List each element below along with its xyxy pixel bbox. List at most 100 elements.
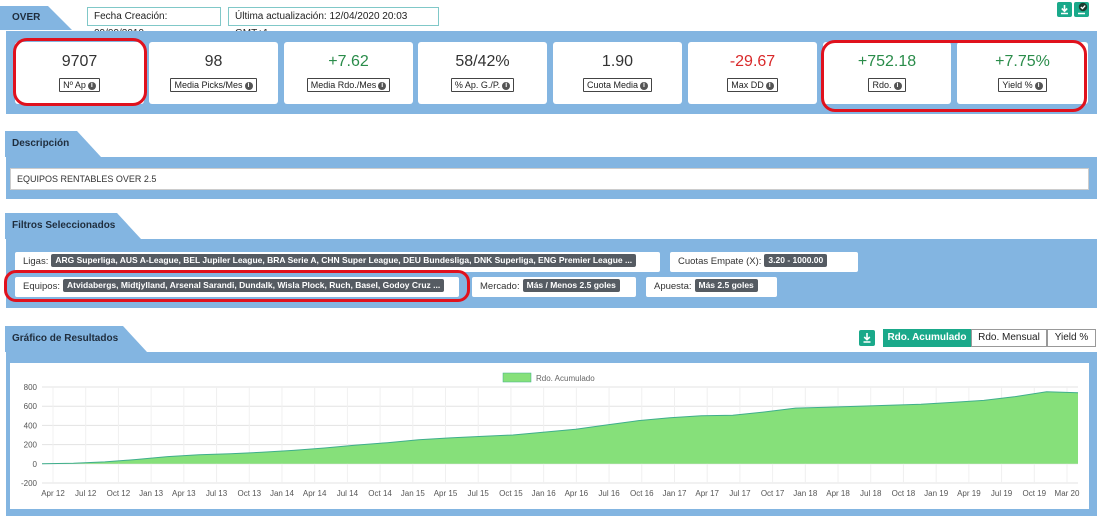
legend-label: Rdo. Acumulado <box>536 374 595 383</box>
stat-label-text: Yield % <box>1002 80 1033 90</box>
stat-ap-ganadas-perdidas: 58/42% % Ap. G./P. i <box>418 42 547 104</box>
x-tick-label: Oct 13 <box>237 489 261 498</box>
filter-equipos-label: Equipos: <box>23 281 60 292</box>
x-tick-label: Apr 18 <box>826 489 850 498</box>
y-tick-label: 0 <box>33 460 38 469</box>
x-tick-label: Jul 14 <box>337 489 359 498</box>
x-tick-label: Apr 14 <box>303 489 327 498</box>
y-tick-label: 600 <box>24 402 38 411</box>
stat-label-text: Rdo. <box>872 80 892 90</box>
download-button[interactable] <box>1057 2 1072 17</box>
stat-media-picks: 98 Media Picks/Mes i <box>149 42 278 104</box>
stat-label[interactable]: Max DD i <box>727 78 778 92</box>
x-tick-label: Jul 12 <box>75 489 97 498</box>
tab-rdo-acumulado[interactable]: Rdo. Acumulado <box>883 329 971 347</box>
x-tick-label: Apr 13 <box>172 489 196 498</box>
filter-mercado-label: Mercado: <box>480 281 520 292</box>
x-tick-label: Oct 15 <box>499 489 523 498</box>
x-tick-label: Oct 19 <box>1023 489 1047 498</box>
x-tick-label: Jul 17 <box>729 489 751 498</box>
stat-max-dd: -29.67 Max DD i <box>688 42 817 104</box>
section-title-descripcion: Descripción <box>12 138 70 149</box>
description-text: EQUIPOS RENTABLES OVER 2.5 <box>10 168 1089 190</box>
section-title-grafico: Gráfico de Resultados <box>12 333 119 344</box>
info-icon: i <box>87 81 96 90</box>
download-icon <box>863 333 871 343</box>
stat-label[interactable]: Media Picks/Mes i <box>170 78 257 92</box>
x-tick-label: Jan 17 <box>662 489 687 498</box>
x-tick-label: Apr 15 <box>434 489 458 498</box>
favorite-button[interactable] <box>1074 2 1089 17</box>
stat-value: +752.18 <box>857 53 917 70</box>
filter-equipos-value: Atvidabergs, Midtjylland, Arsenal Sarand… <box>62 279 445 292</box>
filter-apuesta: Apuesta: Más 2.5 goles <box>646 277 777 297</box>
section-title-over: OVER <box>12 12 41 23</box>
x-tick-label: Apr 19 <box>957 489 981 498</box>
filter-ligas: Ligas: ARG Superliga, AUS A-League, BEL J… <box>15 252 660 272</box>
info-icon: i <box>640 81 649 90</box>
stat-label-text: Cuota Media <box>586 80 639 90</box>
stat-num-apuestas: 9707 Nº Ap i <box>15 42 144 104</box>
chart-svg: -200 0 200 400 600 800 Apr 12 Jul 12 Oct 12 Jan 1… <box>21 372 1080 498</box>
info-icon: i <box>893 81 902 90</box>
x-tick-label: Jul 13 <box>206 489 228 498</box>
x-tick-label: Apr 17 <box>695 489 719 498</box>
stat-label[interactable]: Nº Ap i <box>59 78 100 92</box>
filters-panel <box>6 239 1097 308</box>
stat-value: 1.90 <box>601 53 634 70</box>
x-tick-label: Apr 16 <box>565 489 589 498</box>
stat-label[interactable]: Cuota Media i <box>582 78 653 92</box>
results-chart: -200 0 200 400 600 800 Apr 12 Jul 12 Oct 12 Jan 1… <box>10 363 1089 509</box>
filter-apuesta-label: Apuesta: <box>654 281 692 292</box>
stat-label-text: Nº Ap <box>63 80 86 90</box>
stat-label[interactable]: % Ap. G./P. i <box>450 78 515 92</box>
chart-download-button[interactable] <box>859 330 875 346</box>
stat-media-rdo: +7.62 Media Rdo./Mes i <box>284 42 413 104</box>
stat-label-text: Media Picks/Mes <box>174 80 243 90</box>
info-icon: i <box>1034 81 1043 90</box>
stat-value: -29.67 <box>729 53 776 70</box>
x-tick-label: Jan 13 <box>139 489 164 498</box>
stat-label[interactable]: Yield % i <box>998 78 1047 92</box>
stat-value: 98 <box>204 53 223 70</box>
filter-cuotas-empate: Cuotas Empate (X): 3.20 - 1000.00 <box>670 252 858 272</box>
last-update: Última actualización: 12/04/2020 20:03 G… <box>228 7 439 39</box>
info-icon: i <box>765 81 774 90</box>
x-tick-label: Jan 19 <box>924 489 949 498</box>
series-area <box>42 391 1078 464</box>
x-tick-label: Jul 18 <box>860 489 882 498</box>
stat-rdo: +752.18 Rdo. i <box>823 42 951 104</box>
filter-cuotas-label: Cuotas Empate (X): <box>678 256 762 267</box>
stat-label-text: Media Rdo./Mes <box>310 80 377 90</box>
stat-label[interactable]: Rdo. i <box>868 78 906 92</box>
x-tick-label: Oct 12 <box>107 489 131 498</box>
x-tick-label: Oct 16 <box>630 489 654 498</box>
filter-mercado-value: Más / Menos 2.5 goles <box>522 279 620 292</box>
filter-equipos: Equipos: Atvidabergs, Midtjylland, Arsena… <box>15 277 459 297</box>
stat-cuota-media: 1.90 Cuota Media i <box>553 42 682 104</box>
section-tab-over: OVER <box>0 6 72 30</box>
filter-mercado: Mercado: Más / Menos 2.5 goles <box>472 277 636 297</box>
x-tick-label: Oct 18 <box>892 489 916 498</box>
x-tick-label: Jul 19 <box>991 489 1013 498</box>
tab-rdo-mensual[interactable]: Rdo. Mensual <box>971 329 1047 347</box>
x-tick-label: Apr 12 <box>41 489 65 498</box>
section-tab-grafico: Gráfico de Resultados <box>5 326 147 352</box>
x-tick-label: Oct 14 <box>368 489 392 498</box>
x-tick-label: Jan 16 <box>532 489 557 498</box>
download-icon <box>1061 5 1068 15</box>
stat-value: 9707 <box>61 53 98 70</box>
stat-value: +7.75% <box>995 53 1050 70</box>
creation-date: Fecha Creación: 09/09/2019 <box>87 7 221 39</box>
tab-yield[interactable]: Yield % <box>1047 329 1096 347</box>
y-tick-label: 200 <box>24 441 38 450</box>
y-tick-label: 400 <box>24 421 38 430</box>
filter-apuesta-value: Más 2.5 goles <box>694 279 758 292</box>
filter-ligas-label: Ligas: <box>23 256 49 267</box>
x-tick-label: Jan 15 <box>401 489 426 498</box>
x-tick-label: Jul 16 <box>598 489 620 498</box>
section-tab-descripcion: Descripción <box>5 131 101 157</box>
stat-label[interactable]: Media Rdo./Mes i <box>306 78 391 92</box>
x-tick-label: Jan 14 <box>270 489 295 498</box>
check-badge-icon <box>1078 2 1088 15</box>
